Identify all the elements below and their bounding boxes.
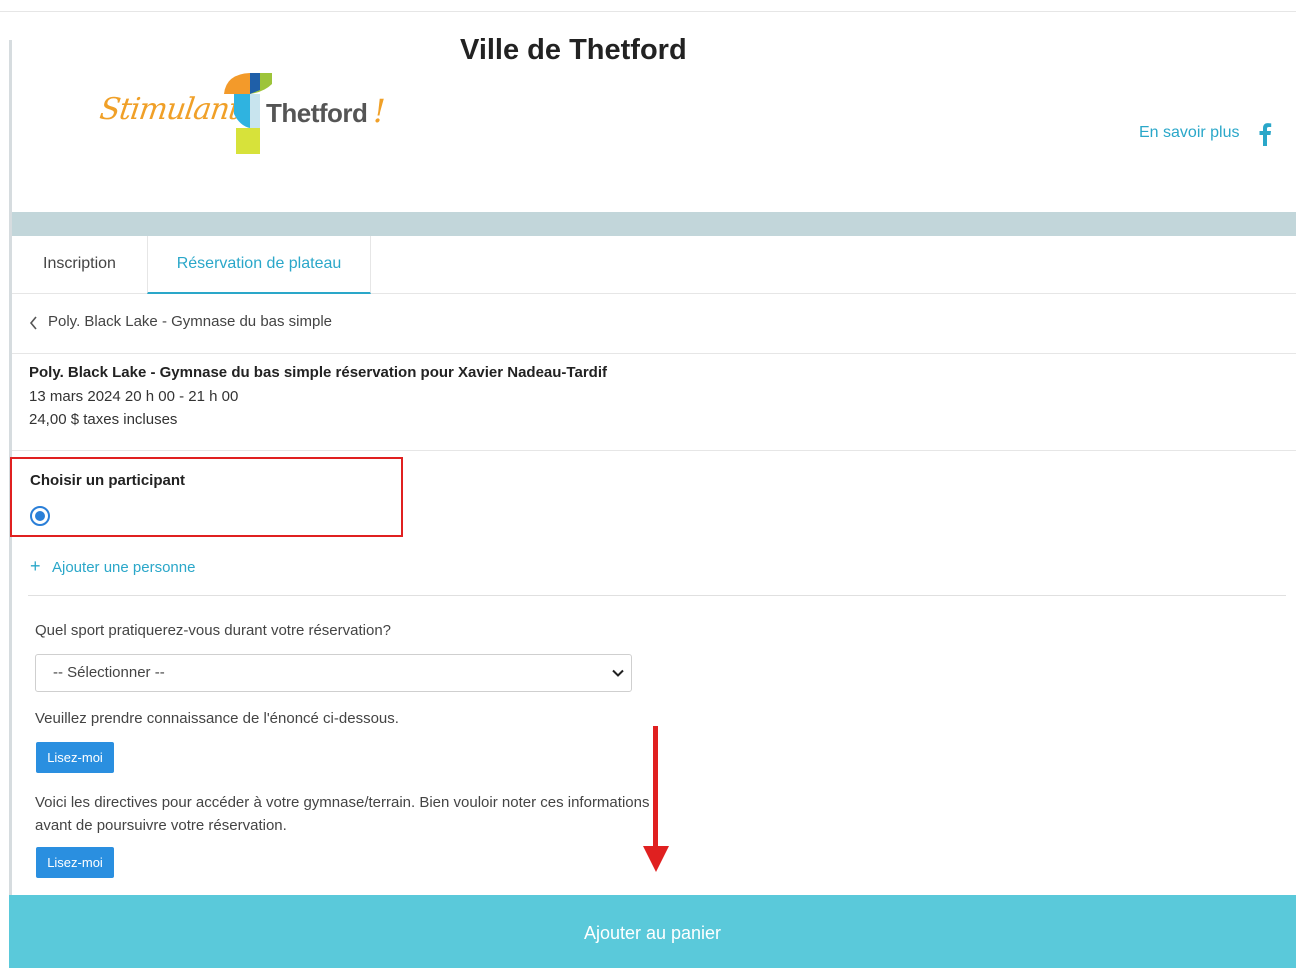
sport-select-value: -- Sélectionner -- [53, 664, 165, 681]
header-band [12, 212, 1296, 236]
sport-question-label: Quel sport pratiquerez-vous durant votre… [35, 622, 392, 639]
breadcrumb-label: Poly. Black Lake - Gymnase du bas simple [48, 313, 333, 330]
participant-highlight-box: Choisir un participant [10, 457, 403, 537]
booking-datetime: 13 mars 2024 20 h 00 - 21 h 00 [29, 388, 239, 405]
participant-label: Choisir un participant [30, 472, 186, 489]
booking-price: 24,00 $ taxes incluses [29, 411, 178, 428]
facebook-icon[interactable] [1256, 122, 1274, 146]
section-divider [28, 595, 1286, 596]
chevron-down-icon [612, 669, 624, 677]
chevron-left-icon [29, 316, 37, 330]
logo-wordmark: Thetford [266, 98, 368, 128]
tab-inscription[interactable]: Inscription [12, 236, 147, 294]
tab-bar: Inscription Réservation de plateau [12, 236, 1296, 294]
breadcrumb[interactable]: Poly. Black Lake - Gymnase du bas simple [12, 294, 1296, 354]
red-arrow-annotation-icon [643, 726, 669, 872]
add-person-link[interactable]: + Ajouter une personne [30, 556, 195, 577]
learn-more-link[interactable]: En savoir plus [1139, 124, 1240, 142]
logo-exclamation: ! [373, 92, 386, 130]
add-person-label: Ajouter une personne [52, 559, 196, 576]
add-to-cart-button[interactable]: Ajouter au panier [9, 895, 1296, 968]
site-header: Stimulante Thetford ! Ville de Thetford … [12, 12, 1296, 212]
booking-details: Poly. Black Lake - Gymnase du bas simple… [12, 354, 1296, 451]
notice-text-1: Veuillez prendre connaissance de l'énonc… [35, 710, 399, 727]
sport-select[interactable]: -- Sélectionner -- [35, 654, 632, 692]
thetford-logo[interactable]: Stimulante Thetford ! [98, 70, 390, 156]
notice-text-2: Voici les directives pour accéder à votr… [35, 794, 650, 834]
booking-title: Poly. Black Lake - Gymnase du bas simple… [29, 364, 607, 381]
tab-reservation-plateau[interactable]: Réservation de plateau [147, 236, 371, 294]
participant-radio[interactable] [30, 506, 50, 526]
read-me-button-1[interactable]: Lisez-moi [36, 742, 114, 773]
plus-icon: + [30, 556, 41, 576]
read-me-button-2[interactable]: Lisez-moi [36, 847, 114, 878]
page-title: Ville de Thetford [460, 34, 687, 66]
